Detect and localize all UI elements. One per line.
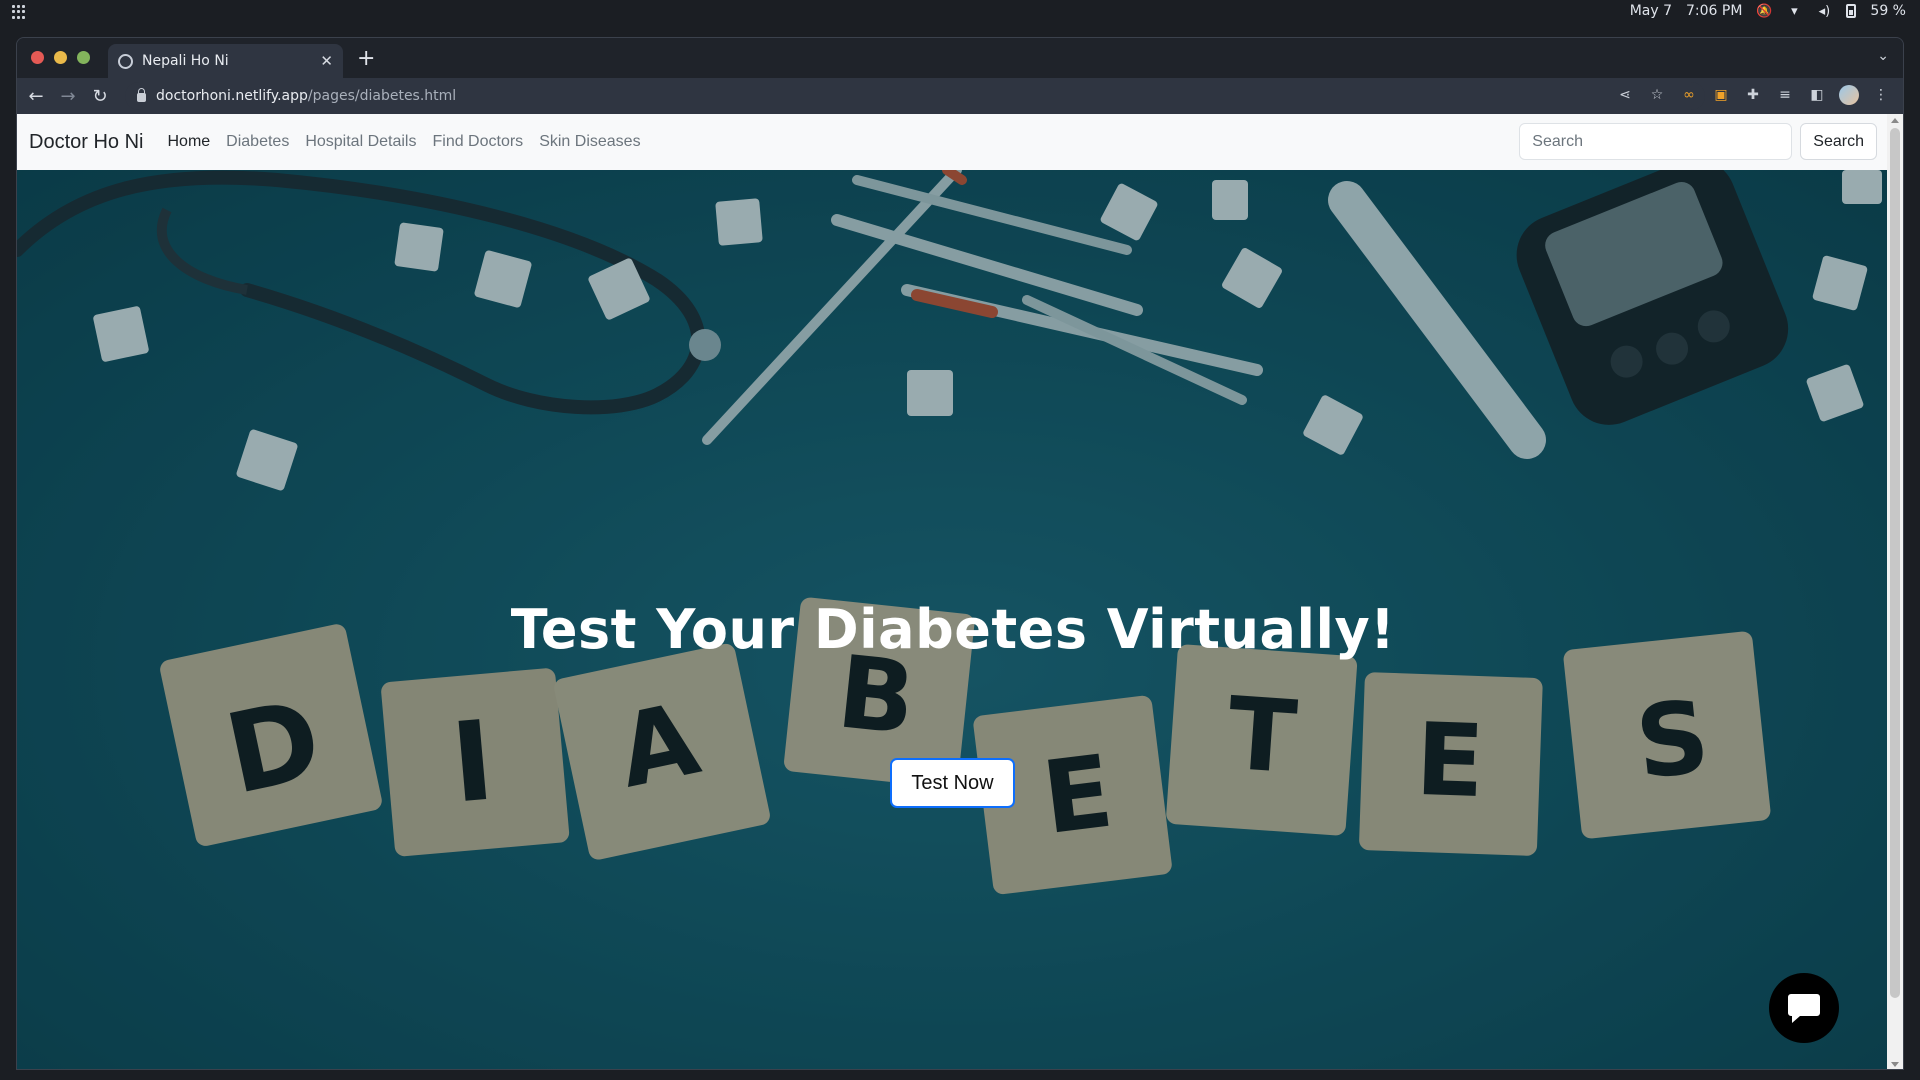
share-icon[interactable]: ⋖	[1615, 85, 1635, 105]
wifi-icon[interactable]: ▾	[1786, 3, 1802, 19]
chat-button[interactable]	[1769, 973, 1839, 1043]
battery-icon[interactable]	[1846, 4, 1857, 18]
side-panel-icon[interactable]: ◧	[1807, 85, 1827, 105]
globe-icon	[118, 53, 133, 69]
os-status-area: May 7 7:06 PM 🔕 ▾ ◂) 59 %	[1630, 3, 1906, 19]
browser-tab[interactable]: Nepali Ho Ni ✕	[108, 44, 343, 78]
back-arrow-icon[interactable]: ←	[23, 83, 49, 109]
more-menu-icon[interactable]: ⋮	[1871, 85, 1891, 105]
minimize-window-button[interactable]	[54, 51, 67, 64]
toolbar-actions: ⋖ ☆ ∞ ▣ ✚ ≡ ◧ ⋮	[1615, 85, 1891, 105]
search-form: Search	[1519, 123, 1877, 160]
tab-strip: Nepali Ho Ni ✕ + ⌄	[17, 38, 1903, 78]
close-icon[interactable]: ✕	[320, 52, 333, 70]
search-input[interactable]	[1519, 123, 1793, 160]
nav-link-diabetes[interactable]: Diabetes	[226, 133, 289, 151]
address-bar[interactable]: doctorhoni.netlify.app/pages/diabetes.ht…	[125, 82, 1705, 110]
nav-link-home[interactable]: Home	[167, 133, 210, 151]
extension-infinity-icon[interactable]: ∞	[1679, 85, 1699, 105]
close-window-button[interactable]	[31, 51, 44, 64]
scroll-down-arrow-icon[interactable]	[1891, 1062, 1899, 1067]
os-top-bar: May 7 7:06 PM 🔕 ▾ ◂) 59 %	[0, 0, 1920, 24]
site-navbar: Doctor Ho Ni Home Diabetes Hospital Deta…	[17, 114, 1889, 170]
bookmark-star-icon[interactable]: ☆	[1647, 85, 1667, 105]
search-button[interactable]: Search	[1800, 123, 1877, 160]
page-scrollbar[interactable]	[1887, 114, 1903, 1069]
profile-avatar[interactable]	[1839, 85, 1859, 105]
forward-arrow-icon[interactable]: →	[55, 83, 81, 109]
lock-icon[interactable]	[137, 88, 146, 102]
new-tab-button[interactable]: +	[357, 46, 375, 71]
extensions-puzzle-icon[interactable]: ✚	[1743, 85, 1763, 105]
volume-icon[interactable]: ◂)	[1816, 3, 1832, 19]
os-time: 7:06 PM	[1686, 3, 1743, 19]
nav-link-find-doctors[interactable]: Find Doctors	[432, 133, 523, 151]
notifications-muted-icon[interactable]: 🔕	[1756, 3, 1772, 19]
site-brand[interactable]: Doctor Ho Ni	[29, 131, 143, 154]
scroll-up-arrow-icon[interactable]	[1891, 118, 1899, 123]
test-now-button[interactable]: Test Now	[890, 758, 1015, 808]
nav-link-hospital-details[interactable]: Hospital Details	[305, 133, 416, 151]
url-host: doctorhoni.netlify.app	[156, 88, 308, 104]
chat-bubble-icon	[1788, 994, 1820, 1023]
window-controls	[31, 51, 90, 64]
extension-box-icon[interactable]: ▣	[1711, 85, 1731, 105]
url-path: /pages/diabetes.html	[307, 88, 457, 104]
reload-icon[interactable]: ↻	[87, 83, 113, 109]
scrollbar-thumb[interactable]	[1890, 128, 1900, 998]
browser-window: Nepali Ho Ni ✕ + ⌄ ← → ↻ doctorhoni.netl…	[16, 37, 1904, 1070]
hero-banner: D I A B E T E S Test Your Diabetes Virtu…	[17, 170, 1889, 1069]
battery-percent: 59 %	[1870, 3, 1906, 19]
tab-title: Nepali Ho Ni	[142, 53, 229, 69]
hero-title: Test Your Diabetes Virtually!	[510, 598, 1396, 661]
chevron-down-icon[interactable]: ⌄	[1877, 48, 1889, 64]
app-grid-icon[interactable]	[12, 5, 26, 19]
maximize-window-button[interactable]	[77, 51, 90, 64]
os-date: May 7	[1629, 3, 1672, 19]
browser-toolbar: ← → ↻ doctorhoni.netlify.app/pages/diabe…	[17, 78, 1903, 114]
page-viewport: Doctor Ho Ni Home Diabetes Hospital Deta…	[17, 114, 1889, 1069]
media-queue-icon[interactable]: ≡	[1775, 85, 1795, 105]
nav-link-skin-diseases[interactable]: Skin Diseases	[539, 133, 640, 151]
